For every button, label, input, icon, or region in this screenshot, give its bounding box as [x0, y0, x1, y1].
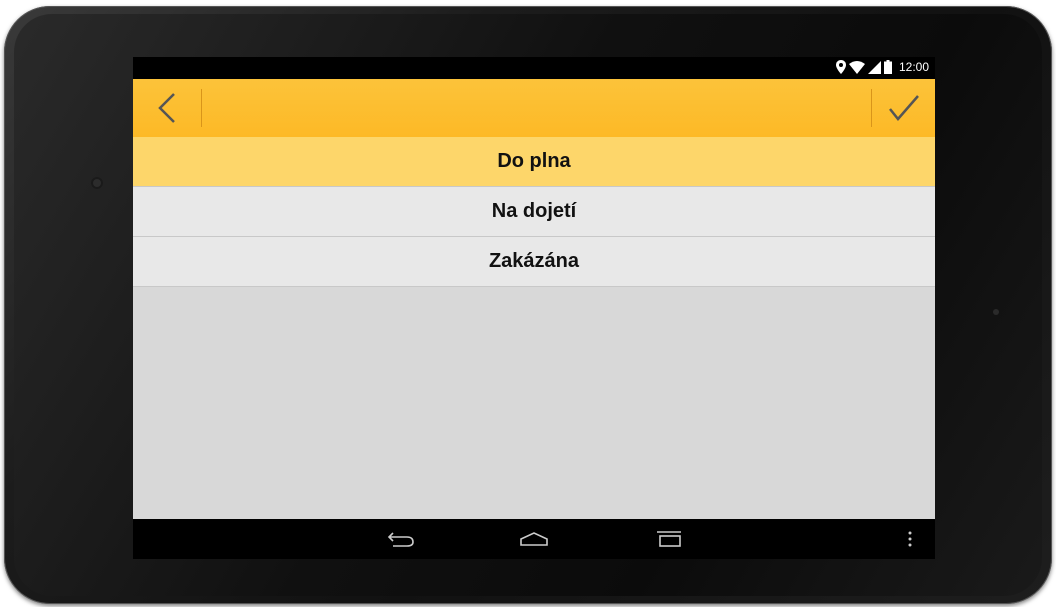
recents-icon: [657, 531, 681, 547]
status-icons: 12:00: [835, 60, 929, 74]
battery-icon: [883, 60, 892, 74]
chevron-left-icon: [158, 93, 175, 123]
back-nav-icon: [387, 532, 414, 547]
wifi-icon: [848, 60, 865, 74]
confirm-button[interactable]: [872, 79, 935, 137]
menu-icon: [908, 531, 912, 547]
navigation-bar: [133, 519, 935, 559]
nav-back-button[interactable]: [381, 527, 421, 551]
nav-home-button[interactable]: [514, 527, 554, 551]
action-bar-divider-left: [201, 89, 202, 127]
back-button[interactable]: [133, 79, 201, 137]
light-sensor: [993, 309, 999, 315]
checkmark-icon: [888, 95, 919, 121]
signal-icon: [867, 60, 881, 74]
action-bar: [133, 79, 935, 137]
list-item-do-plna[interactable]: Do plna: [133, 137, 935, 187]
list-item-na-dojeti[interactable]: Na dojetí: [133, 187, 935, 237]
list-item-zakazana[interactable]: Zakázána: [133, 237, 935, 287]
front-camera: [91, 177, 103, 189]
nav-recents-button[interactable]: [649, 527, 689, 551]
screen: 12:00 Do plna Na dojetí Zakázána: [133, 57, 935, 559]
status-bar: 12:00: [133, 57, 935, 79]
option-list: Do plna Na dojetí Zakázána: [133, 137, 935, 287]
location-icon: [835, 60, 846, 74]
nav-menu-button[interactable]: [903, 527, 917, 551]
home-icon: [520, 532, 548, 546]
status-time: 12:00: [898, 60, 929, 74]
